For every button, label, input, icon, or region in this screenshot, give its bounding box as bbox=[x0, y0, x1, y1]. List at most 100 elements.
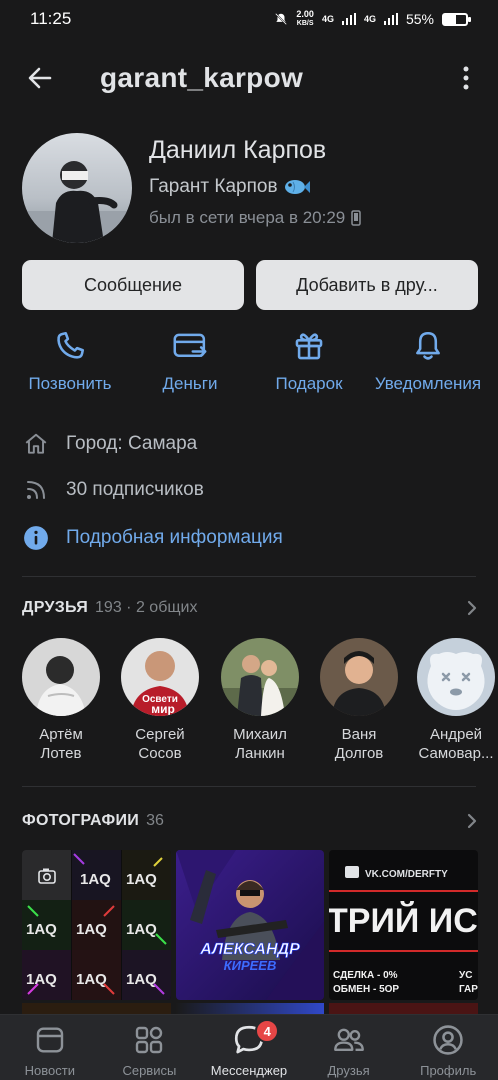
quick-action-notifications[interactable]: Уведомления bbox=[368, 328, 488, 398]
quick-action-money[interactable]: Деньги bbox=[130, 328, 250, 398]
photos-header[interactable]: ФОТОГРАФИИ 36 bbox=[22, 807, 478, 835]
more-vertical-icon bbox=[463, 66, 469, 90]
quick-action-label: Деньги bbox=[162, 374, 218, 393]
unread-badge: 4 bbox=[255, 1019, 280, 1043]
battery-percent: 55% bbox=[405, 11, 434, 27]
photo-label: 1AQ bbox=[126, 871, 157, 888]
photo-item[interactable]: VK.COM/DERFTY ТРИЙ ИС СДЕЛКА - 0% ОБМЕН … bbox=[329, 850, 479, 1000]
friend-item[interactable]: Андрей Самовар... bbox=[406, 638, 498, 763]
photo-label: 1AQ bbox=[126, 971, 157, 988]
friend-last-name: Сосов bbox=[138, 745, 182, 762]
profile-info: Даниил Карпов Гарант Карпов был в сети в… bbox=[149, 133, 362, 245]
friend-name: Андрей Самовар... bbox=[419, 725, 494, 763]
divider bbox=[22, 576, 476, 577]
friend-item[interactable]: Михаил Ланкин bbox=[210, 638, 310, 763]
followers-text: 30 подписчиков bbox=[66, 479, 204, 500]
tab-news[interactable]: Новости bbox=[0, 1015, 100, 1080]
city-text: Город: Самара bbox=[66, 433, 198, 454]
banner-title: ТРИЙ ИС bbox=[329, 901, 478, 940]
banner-url: VK.COM/DERFTY bbox=[365, 869, 448, 880]
friend-last-name: Лотев bbox=[40, 745, 82, 762]
home-icon bbox=[25, 433, 47, 454]
friend-item[interactable]: Освети мир Сергей Сосов bbox=[110, 638, 210, 763]
quick-action-call[interactable]: Позвонить bbox=[10, 328, 130, 398]
profile-actions: Сообщение Добавить в дру... bbox=[22, 260, 478, 310]
friend-avatar bbox=[320, 638, 398, 716]
photo-label: 1AQ bbox=[76, 971, 107, 988]
page-title: garant_karpow bbox=[100, 62, 304, 93]
tab-messenger[interactable]: Мессенджер 4 bbox=[199, 1015, 299, 1080]
friends-title: ДРУЗЬЯ bbox=[22, 599, 89, 616]
friend-avatar bbox=[221, 638, 299, 716]
rss-icon bbox=[27, 481, 45, 499]
photo-1aq: 1AQ 1AQ 1AQ 1AQ 1AQ 1AQ 1AQ 1AQ bbox=[22, 850, 171, 1000]
photos-title: ФОТОГРАФИИ bbox=[22, 812, 140, 829]
profile-page: 11:25 2.00 KB/S 4G 4G 55% garant_karpow bbox=[0, 0, 498, 1080]
friend-avatar: Освети мир bbox=[121, 638, 199, 716]
friend-first-name: Михаил bbox=[233, 726, 287, 743]
photo-label: 1AQ bbox=[26, 921, 57, 938]
gift-icon bbox=[295, 333, 323, 360]
friend-name: Артём Лотев bbox=[39, 725, 83, 763]
mute-icon bbox=[275, 13, 288, 25]
friend-avatar bbox=[417, 638, 495, 716]
banner-side-1: УС bbox=[459, 970, 472, 981]
friends-list: Артём Лотев Освети мир Сергей Сосов Михаил Л… bbox=[0, 638, 498, 768]
photo-label: 1AQ bbox=[126, 921, 157, 938]
signal-icon-2 bbox=[383, 13, 398, 25]
message-button[interactable]: Сообщение bbox=[22, 260, 244, 310]
quick-action-gift[interactable]: Подарок bbox=[249, 328, 369, 398]
photo-label: 1AQ bbox=[26, 971, 57, 988]
friend-name: Ваня Долгов bbox=[335, 725, 384, 763]
photos-grid: 1AQ 1AQ 1AQ 1AQ 1AQ 1AQ 1AQ 1AQ АЛЕКСАНД… bbox=[22, 850, 479, 1020]
network-type-2: 4G bbox=[363, 14, 376, 24]
divider bbox=[22, 786, 476, 787]
poster-line-2: КИРЕЕВ bbox=[223, 958, 276, 973]
photos-count: 36 bbox=[146, 812, 164, 829]
deleted-user-icon bbox=[417, 638, 495, 716]
chevron-right-icon bbox=[467, 600, 477, 616]
tab-profile[interactable]: Профиль bbox=[398, 1015, 498, 1080]
phone-icon bbox=[57, 331, 85, 359]
photo-banner: VK.COM/DERFTY ТРИЙ ИС СДЕЛКА - 0% ОБМЕН … bbox=[329, 850, 479, 1000]
back-button[interactable] bbox=[20, 58, 60, 98]
arrow-left-icon bbox=[28, 67, 52, 89]
friend-first-name: Сергей bbox=[135, 726, 185, 743]
quick-action-label: Позвонить bbox=[28, 374, 112, 393]
photo-item[interactable]: 1AQ 1AQ 1AQ 1AQ 1AQ 1AQ 1AQ 1AQ bbox=[22, 850, 171, 1000]
tab-services[interactable]: Сервисы bbox=[100, 1015, 200, 1080]
info-followers[interactable]: 30 подписчиков bbox=[22, 474, 204, 506]
profile-icon bbox=[433, 1025, 463, 1055]
profile-status: Гарант Карпов bbox=[149, 176, 361, 198]
quick-actions: Позвонить Деньги Подарок Уведомления bbox=[0, 328, 498, 398]
friend-last-name: Самовар... bbox=[418, 745, 494, 762]
top-app-bar: garant_karpow bbox=[0, 50, 498, 106]
news-icon bbox=[36, 1027, 63, 1053]
banner-line-2: ОБМЕН - 5ОР bbox=[333, 984, 399, 995]
bell-icon bbox=[416, 331, 440, 360]
add-friend-button[interactable]: Добавить в дру... bbox=[256, 260, 478, 310]
avatar-text-2: мир bbox=[151, 702, 175, 716]
friends-header[interactable]: ДРУЗЬЯ 193 · 2 общих bbox=[22, 594, 478, 622]
tab-friends[interactable]: Друзья bbox=[299, 1015, 399, 1080]
tab-label: Сервисы bbox=[122, 1063, 177, 1078]
friend-item[interactable]: Ваня Долгов bbox=[309, 638, 409, 763]
status-text: Гарант Карпов bbox=[149, 176, 278, 197]
quick-action-label: Уведомления bbox=[374, 374, 482, 393]
friend-last-name: Ланкин bbox=[235, 745, 285, 762]
friends-count: 193 · 2 общих bbox=[95, 599, 198, 616]
friend-item[interactable]: Артём Лотев bbox=[11, 638, 111, 763]
info-icon bbox=[24, 526, 48, 550]
details-link[interactable]: Подробная информация bbox=[22, 522, 283, 554]
info-city: Город: Самара bbox=[22, 428, 197, 460]
tab-label: Мессенджер bbox=[210, 1063, 288, 1078]
network-type-1: 4G bbox=[321, 14, 334, 24]
last-seen: был в сети вчера в 20:29 bbox=[149, 208, 362, 228]
friend-first-name: Артём bbox=[39, 726, 83, 743]
more-options-button[interactable] bbox=[454, 58, 478, 98]
photo-item[interactable]: АЛЕКСАНДР КИРЕЕВ bbox=[175, 850, 325, 1000]
bottom-tab-bar: Новости Сервисы Мессенджер 4 Друзья Проф… bbox=[0, 1014, 498, 1080]
money-card-icon bbox=[173, 333, 207, 357]
profile-avatar[interactable] bbox=[22, 133, 132, 243]
poster-line-1: АЛЕКСАНДР bbox=[199, 941, 300, 958]
